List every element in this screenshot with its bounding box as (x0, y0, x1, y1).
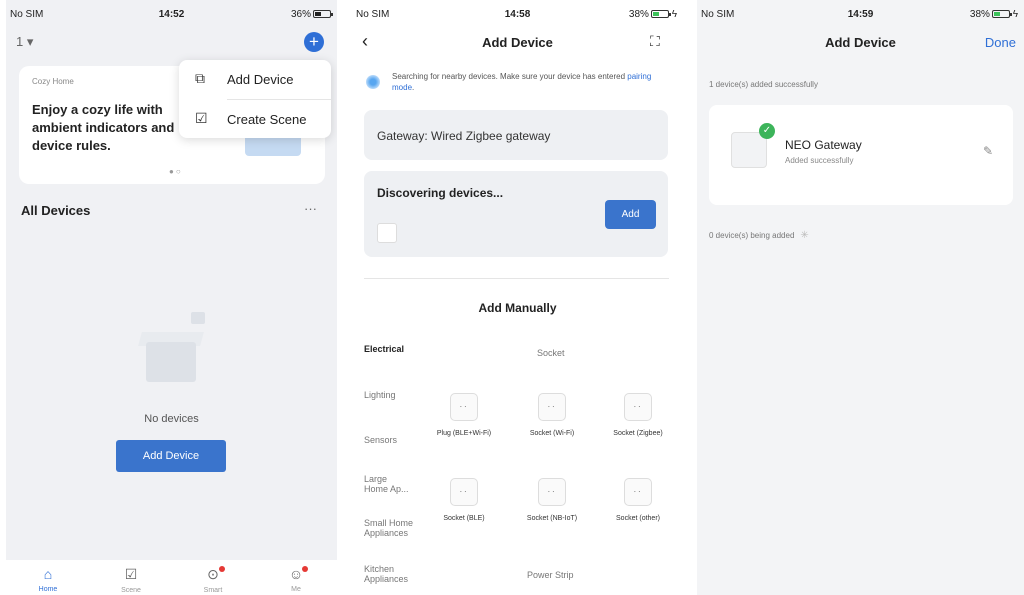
battery-indicator: 38% ϟ (628, 9, 677, 20)
tab-home[interactable]: ⌂ Home (28, 566, 68, 593)
category-sensors[interactable]: Sensors (364, 435, 424, 445)
category-small-home-appliances[interactable]: Small Home Appliances (364, 518, 422, 538)
menu-item-add-device[interactable]: ⧉ Add Device (179, 60, 331, 98)
empty-box-illustration (136, 320, 206, 390)
radar-icon (366, 75, 380, 89)
device-socket-other[interactable]: ∙∙ Socket (other) (608, 478, 668, 524)
edit-icon[interactable]: ✎ (983, 144, 993, 158)
device-socket-nb-iot[interactable]: ∙∙ Socket (NB-IoT) (522, 478, 582, 524)
socket-icon: ∙∙ (538, 393, 566, 421)
device-icon: ⧉ (195, 70, 205, 86)
tab-me[interactable]: ☺ Me (276, 566, 316, 593)
device-plug-ble-wifi[interactable]: ∙∙ Plug (BLE+Wi-Fi) (434, 393, 494, 439)
status-bar: No SIM 14:52 36% (6, 0, 337, 28)
device-socket-wifi[interactable]: ∙∙ Socket (Wi-Fi) (522, 393, 582, 439)
add-device-button[interactable]: Add Device (116, 440, 226, 472)
battery-indicator: 36% (291, 9, 333, 20)
clock: 14:59 (847, 9, 874, 20)
check-icon: ✓ (759, 123, 775, 139)
battery-icon (991, 10, 1012, 18)
adding-count-text: 0 device(s) being added ✳ (709, 230, 809, 241)
clock: 14:58 (504, 9, 531, 20)
added-count-text: 1 device(s) added successfully (709, 80, 818, 89)
scene-icon: ☑ (195, 110, 208, 126)
device-status: Added successfully (785, 156, 854, 165)
socket-icon: ∙∙ (624, 393, 652, 421)
divider (364, 278, 669, 279)
page-title: Add Device (482, 35, 553, 50)
battery-icon (313, 10, 333, 18)
notification-badge (302, 566, 308, 572)
added-device-card[interactable]: ✓ NEO Gateway Added successfully ✎ (709, 105, 1013, 205)
gateway-card[interactable]: Gateway: Wired Zigbee gateway (364, 110, 668, 160)
banner-subtitle: Cozy Home (32, 77, 74, 86)
tab-smart[interactable]: ⊙ Smart (193, 566, 233, 594)
add-manually-heading: Add Manually (478, 301, 557, 315)
section-socket: Socket (537, 348, 565, 358)
add-device-result-screen: No SIM 14:59 38% ϟ Add Device Done 1 dev… (697, 0, 1024, 595)
discovered-device-thumbnail[interactable] (377, 223, 397, 243)
all-devices-heading: All Devices (21, 203, 91, 218)
add-device-search-screen: No SIM 14:58 38% ϟ ‹ Add Device ⛶ Search… (352, 0, 683, 595)
tab-scene[interactable]: ☑ Scene (111, 566, 151, 594)
gateway-label: Gateway: Wired Zigbee gateway (377, 129, 551, 143)
home-screen: No SIM 14:52 36% 1 ▾ + Cozy Home Enjoy a… (6, 0, 337, 595)
add-discovered-button[interactable]: Add (605, 200, 656, 229)
page-title: Add Device (825, 35, 896, 50)
category-large-home-appliances[interactable]: Large Home Ap... (364, 474, 412, 494)
banner-text: Enjoy a cozy life with ambient indicator… (32, 102, 175, 153)
notification-badge (219, 566, 225, 572)
discovering-card: Discovering devices... Add (364, 171, 668, 257)
category-electrical[interactable]: Electrical (364, 344, 424, 354)
status-bar: No SIM 14:59 38% ϟ (697, 0, 1024, 28)
search-status: Searching for nearby devices. Make sure … (366, 71, 666, 99)
device-name: NEO Gateway (785, 138, 862, 152)
more-icon[interactable]: ··· (304, 201, 317, 216)
menu-item-create-scene[interactable]: ☑ Create Scene (179, 100, 331, 138)
socket-icon: ∙∙ (450, 478, 478, 506)
carrier-label: No SIM (10, 9, 44, 20)
socket-icon: ∙∙ (538, 478, 566, 506)
battery-icon (650, 10, 671, 18)
section-power-strip: Power Strip (527, 570, 574, 580)
socket-icon: ∙∙ (450, 393, 478, 421)
battery-indicator: 38% ϟ (969, 9, 1018, 20)
add-menu-popup: ⧉ Add Device ☑ Create Scene (179, 60, 331, 138)
spinner-icon: ✳ (800, 230, 809, 241)
empty-state-text: No devices (144, 413, 199, 425)
carrier-label: No SIM (356, 9, 390, 20)
category-kitchen-appliances[interactable]: Kitchen Appliances (364, 564, 412, 584)
home-selector[interactable]: 1 ▾ (16, 34, 33, 50)
device-socket-ble[interactable]: ∙∙ Socket (BLE) (434, 478, 494, 524)
carrier-label: No SIM (701, 9, 735, 20)
tab-bar: ⌂ Home ☑ Scene ⊙ Smart ☺ Me (6, 560, 337, 595)
clock: 14:52 (158, 9, 185, 20)
scan-icon[interactable]: ⛶ (650, 33, 660, 50)
device-socket-zigbee[interactable]: ∙∙ Socket (Zigbee) (608, 393, 668, 439)
done-button[interactable]: Done (985, 35, 1016, 50)
discovering-label: Discovering devices... (377, 186, 504, 200)
status-bar: No SIM 14:58 38% ϟ (352, 0, 683, 28)
add-icon[interactable]: + (304, 32, 324, 52)
category-lighting[interactable]: Lighting (364, 390, 424, 400)
pager-dots: ●○ (169, 167, 183, 176)
socket-icon: ∙∙ (624, 478, 652, 506)
